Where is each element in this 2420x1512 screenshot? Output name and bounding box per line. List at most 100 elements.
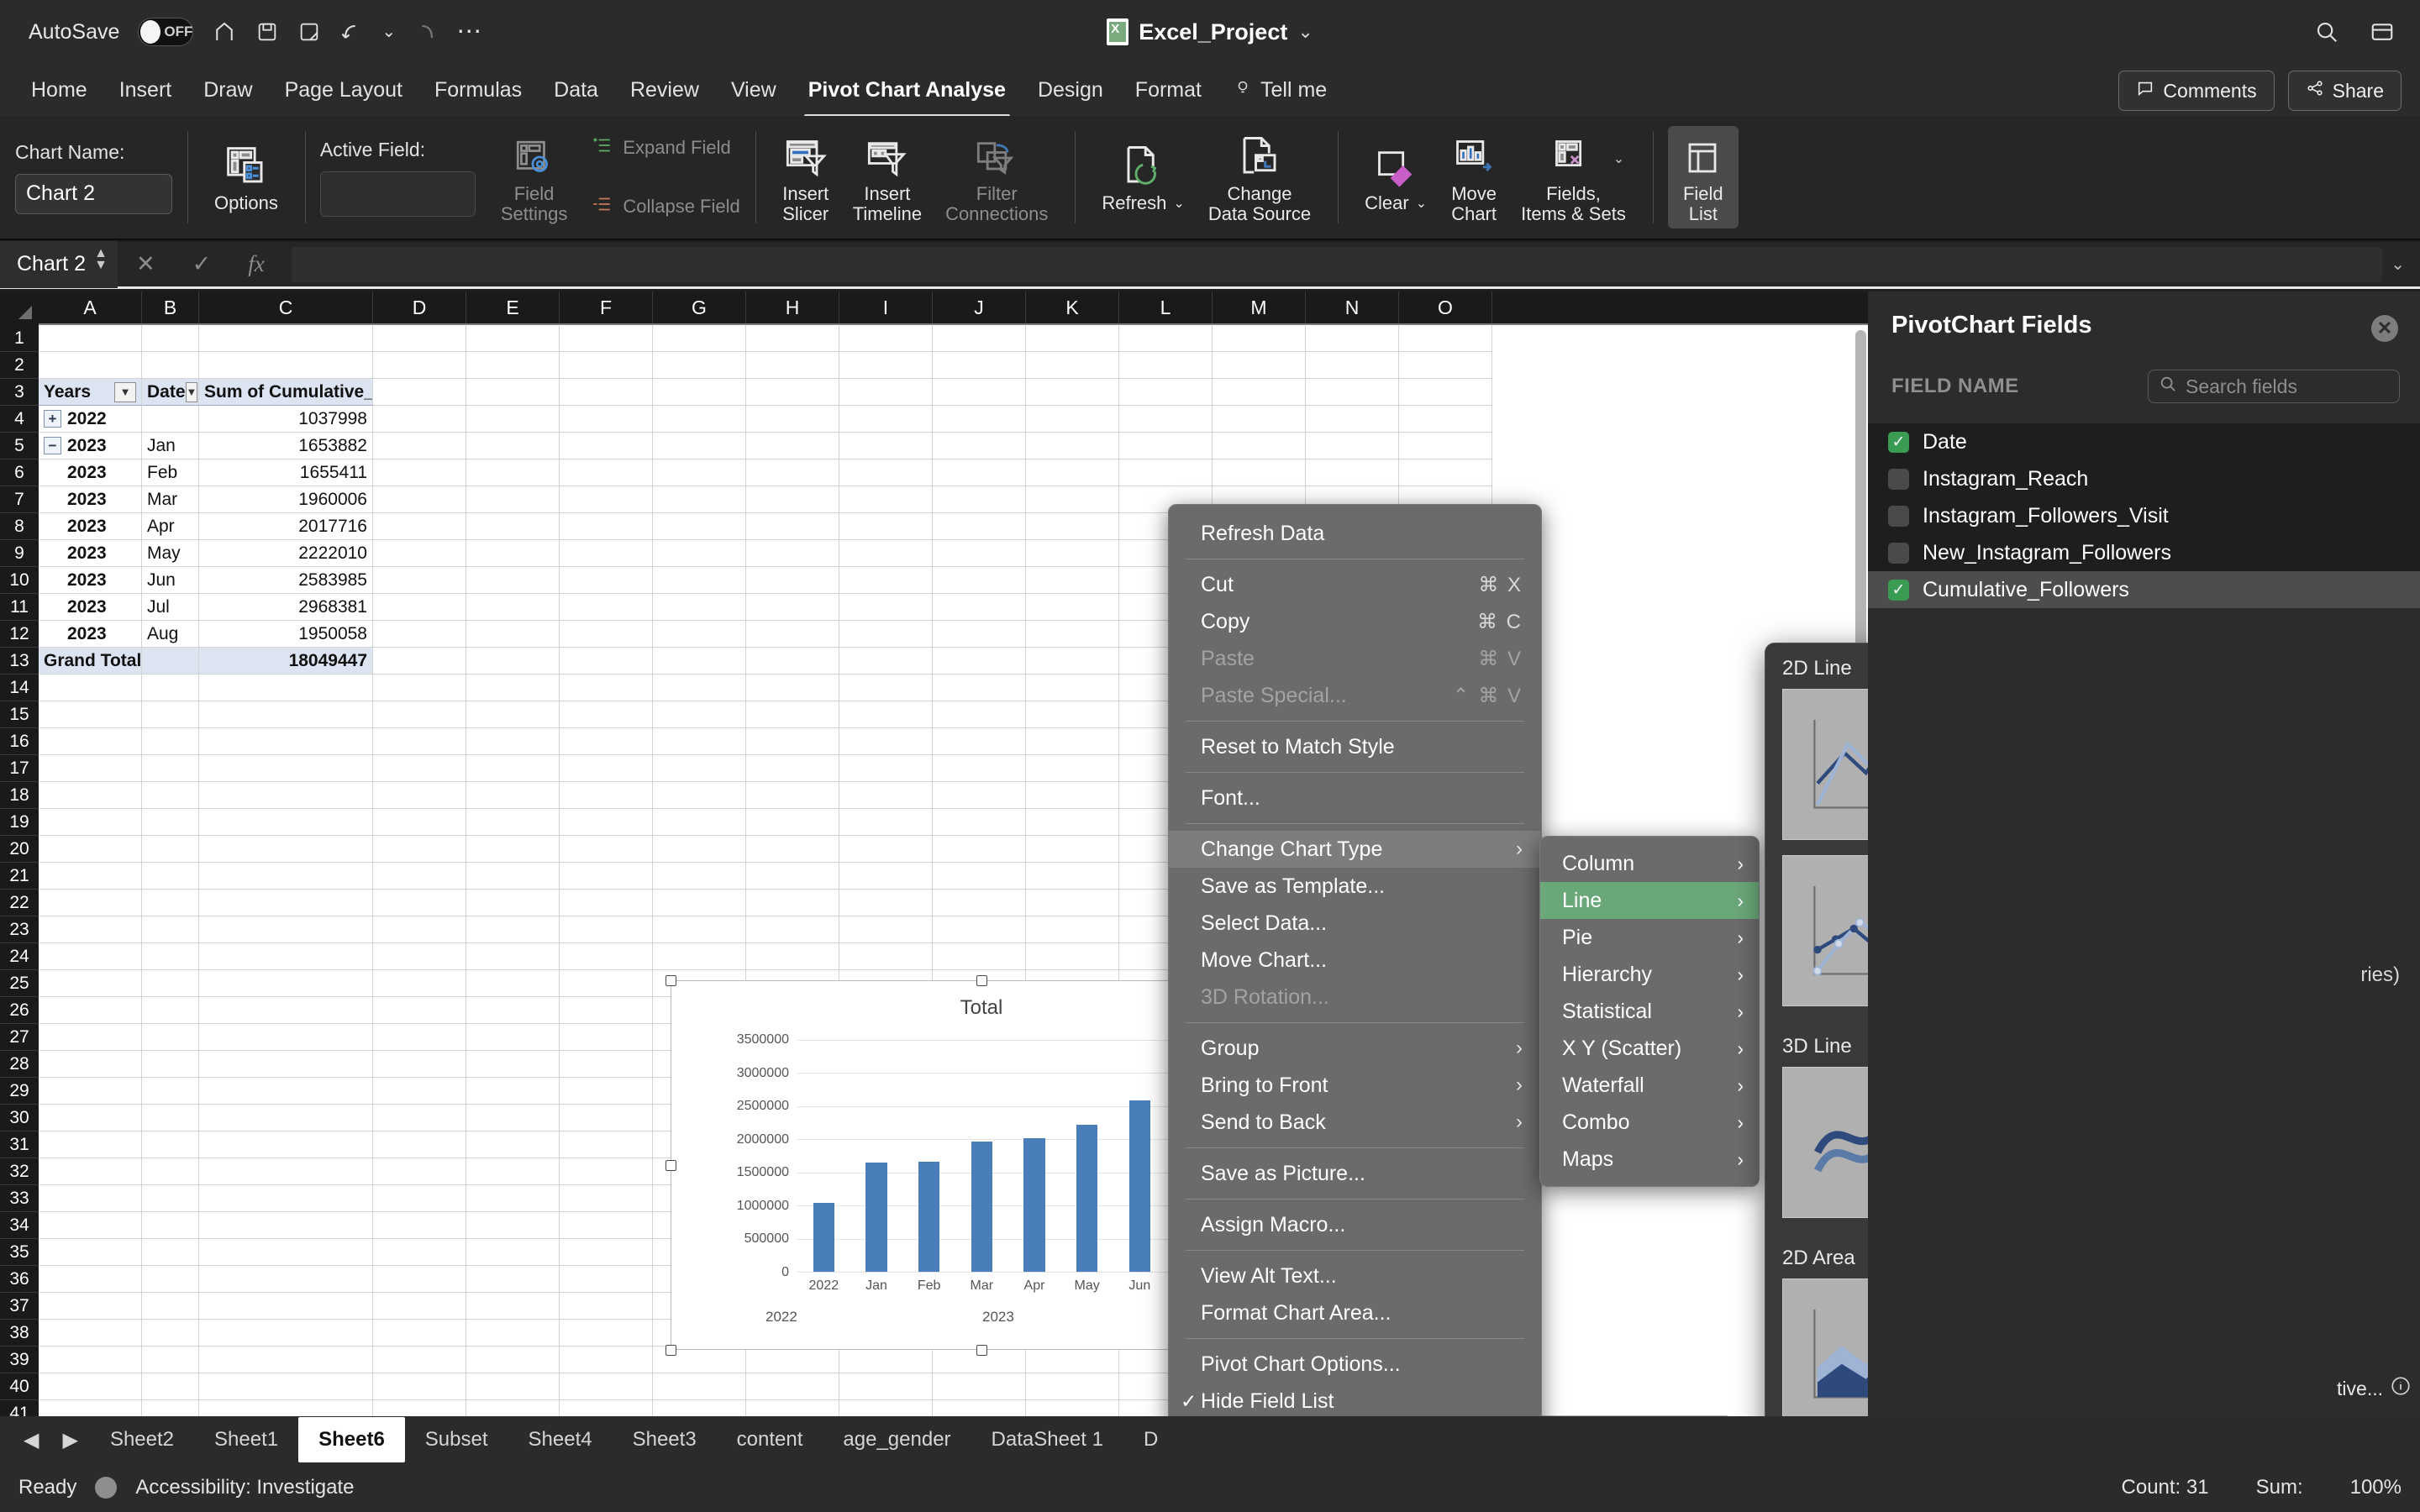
- cell-A18[interactable]: [39, 782, 142, 809]
- menu-item-select-data[interactable]: Select Data...: [1169, 905, 1541, 942]
- cell-A39[interactable]: [39, 1347, 142, 1373]
- cell-A4[interactable]: +2022: [39, 406, 142, 433]
- cell-G11[interactable]: [653, 594, 746, 621]
- ribbon-display-icon[interactable]: [2370, 19, 2395, 45]
- cell-J9[interactable]: [933, 540, 1026, 567]
- cell-F6[interactable]: [560, 459, 653, 486]
- cell-H2[interactable]: [746, 352, 839, 379]
- cell-B21[interactable]: [142, 863, 199, 890]
- share-button[interactable]: Share: [2287, 71, 2402, 111]
- home-icon[interactable]: [212, 19, 237, 45]
- cell-I22[interactable]: [839, 890, 933, 916]
- cell-K22[interactable]: [1026, 890, 1119, 916]
- cell-D14[interactable]: [373, 675, 466, 701]
- cell-G15[interactable]: [653, 701, 746, 728]
- cell-C1[interactable]: [199, 325, 373, 352]
- cell-J20[interactable]: [933, 836, 1026, 863]
- cell-E31[interactable]: [466, 1131, 560, 1158]
- cell-D4[interactable]: [373, 406, 466, 433]
- row-header-8[interactable]: 8: [0, 513, 39, 540]
- cell-F14[interactable]: [560, 675, 653, 701]
- cell-B34[interactable]: [142, 1212, 199, 1239]
- cell-I10[interactable]: [839, 567, 933, 594]
- cell-A12[interactable]: 2023: [39, 621, 142, 648]
- cell-C2[interactable]: [199, 352, 373, 379]
- cell-F9[interactable]: [560, 540, 653, 567]
- cell-A21[interactable]: [39, 863, 142, 890]
- field-checkbox-instagram_reach[interactable]: [1888, 468, 1909, 490]
- field-checkbox-cumulative_followers[interactable]: ✓: [1888, 579, 1909, 601]
- cell-B31[interactable]: [142, 1131, 199, 1158]
- cell-N5[interactable]: [1306, 433, 1399, 459]
- submenu-item-combo[interactable]: Combo ›: [1540, 1104, 1759, 1141]
- cell-E21[interactable]: [466, 863, 560, 890]
- row-header-5[interactable]: 5: [0, 433, 39, 459]
- cell-C26[interactable]: [199, 997, 373, 1024]
- cell-G23[interactable]: [653, 916, 746, 943]
- cell-I20[interactable]: [839, 836, 933, 863]
- row-header-6[interactable]: 6: [0, 459, 39, 486]
- cell-F38[interactable]: [560, 1320, 653, 1347]
- cell-G4[interactable]: [653, 406, 746, 433]
- cell-C17[interactable]: [199, 755, 373, 782]
- cell-H18[interactable]: [746, 782, 839, 809]
- cell-A7[interactable]: 2023: [39, 486, 142, 513]
- cell-F5[interactable]: [560, 433, 653, 459]
- cell-F11[interactable]: [560, 594, 653, 621]
- cell-I1[interactable]: [839, 325, 933, 352]
- cell-G13[interactable]: [653, 648, 746, 675]
- cell-I18[interactable]: [839, 782, 933, 809]
- cell-H10[interactable]: [746, 567, 839, 594]
- cell-A25[interactable]: [39, 970, 142, 997]
- cell-A40[interactable]: [39, 1373, 142, 1400]
- cell-C35[interactable]: [199, 1239, 373, 1266]
- cell-F40[interactable]: [560, 1373, 653, 1400]
- cell-C23[interactable]: [199, 916, 373, 943]
- tab-home[interactable]: Home: [15, 73, 103, 108]
- menu-item-change-chart-type[interactable]: Change Chart Type ›: [1169, 831, 1541, 868]
- cell-D26[interactable]: [373, 997, 466, 1024]
- expand-field-button[interactable]: Expand Field: [591, 128, 739, 168]
- filter-connections-button[interactable]: Filter Connections: [934, 131, 1060, 223]
- cell-M1[interactable]: [1213, 325, 1306, 352]
- cell-F17[interactable]: [560, 755, 653, 782]
- cell-B12[interactable]: Aug: [142, 621, 199, 648]
- row-header-21[interactable]: 21: [0, 863, 39, 890]
- cell-B18[interactable]: [142, 782, 199, 809]
- cell-F31[interactable]: [560, 1131, 653, 1158]
- column-header-o[interactable]: O: [1399, 291, 1492, 323]
- cell-F25[interactable]: [560, 970, 653, 997]
- cell-J22[interactable]: [933, 890, 1026, 916]
- cell-C16[interactable]: [199, 728, 373, 755]
- cell-D3[interactable]: [373, 379, 466, 406]
- redo-icon[interactable]: [414, 20, 438, 44]
- cell-C38[interactable]: [199, 1320, 373, 1347]
- cell-C5[interactable]: 1653882: [199, 433, 373, 459]
- sheet-tab-content[interactable]: content: [717, 1417, 823, 1462]
- cell-B33[interactable]: [142, 1185, 199, 1212]
- cell-A36[interactable]: [39, 1266, 142, 1293]
- cell-G20[interactable]: [653, 836, 746, 863]
- field-checkbox-instagram_followers_visit[interactable]: [1888, 505, 1909, 527]
- cell-D16[interactable]: [373, 728, 466, 755]
- cell-L4[interactable]: [1119, 406, 1213, 433]
- cell-K1[interactable]: [1026, 325, 1119, 352]
- tab-insert[interactable]: Insert: [103, 73, 188, 108]
- cell-A27[interactable]: [39, 1024, 142, 1051]
- cell-H39[interactable]: [746, 1347, 839, 1373]
- cell-F13[interactable]: [560, 648, 653, 675]
- cell-K14[interactable]: [1026, 675, 1119, 701]
- cell-H4[interactable]: [746, 406, 839, 433]
- cell-K2[interactable]: [1026, 352, 1119, 379]
- cell-B22[interactable]: [142, 890, 199, 916]
- cell-E3[interactable]: [466, 379, 560, 406]
- cell-C28[interactable]: [199, 1051, 373, 1078]
- cell-K11[interactable]: [1026, 594, 1119, 621]
- cell-K23[interactable]: [1026, 916, 1119, 943]
- cell-E36[interactable]: [466, 1266, 560, 1293]
- submenu-item-hierarchy[interactable]: Hierarchy ›: [1540, 956, 1759, 993]
- cell-F30[interactable]: [560, 1105, 653, 1131]
- cell-K18[interactable]: [1026, 782, 1119, 809]
- menu-item-move-chart[interactable]: Move Chart...: [1169, 942, 1541, 979]
- chart-bar-Jun[interactable]: [1128, 1100, 1150, 1272]
